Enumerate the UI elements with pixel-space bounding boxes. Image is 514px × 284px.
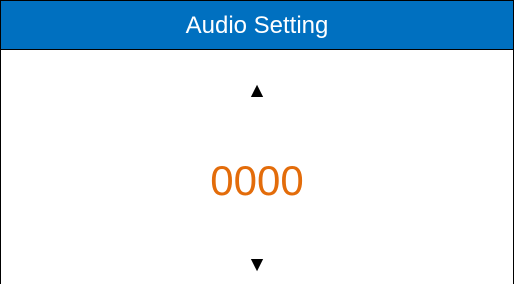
triangle-down-icon: ▼	[246, 253, 268, 276]
title-bar: Audio Setting	[1, 1, 513, 50]
audio-setting-panel: Audio Setting ▲ 0000 ▼	[0, 0, 514, 284]
decrease-button[interactable]: ▼	[1, 253, 513, 277]
increase-button[interactable]: ▲	[1, 79, 513, 103]
audio-value-display: 0000	[210, 157, 304, 204]
triangle-up-icon: ▲	[246, 79, 268, 102]
panel-title: Audio Setting	[185, 12, 329, 39]
